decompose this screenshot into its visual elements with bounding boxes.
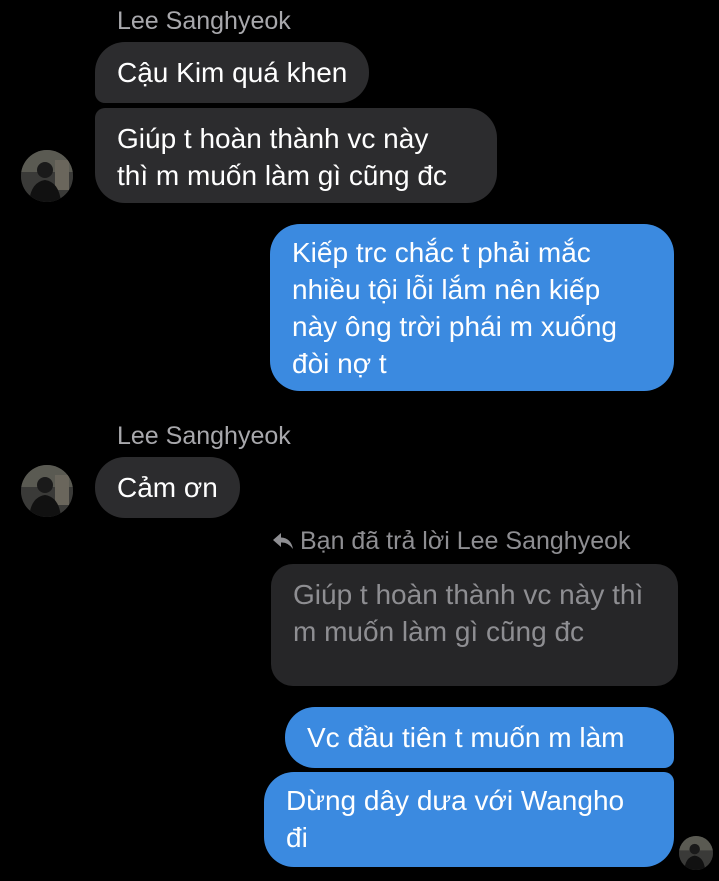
message-bubble-outgoing[interactable]: Vc đầu tiên t muốn m làm <box>285 707 674 768</box>
contact-avatar[interactable] <box>21 150 73 202</box>
reply-arrow-icon <box>273 533 293 549</box>
avatar-photo <box>679 836 713 870</box>
quoted-message[interactable]: Giúp t hoàn thành vc này thì m muốn làm … <box>271 564 678 686</box>
message-bubble-outgoing[interactable]: Kiếp trc chắc t phải mắc nhiều tội lỗi l… <box>270 224 674 391</box>
reply-label-text: Bạn đã trả lời Lee Sanghyeok <box>300 527 631 555</box>
contact-avatar[interactable] <box>21 465 73 517</box>
reply-indicator: Bạn đã trả lời Lee Sanghyeok <box>272 526 631 556</box>
message-bubble-incoming[interactable]: Giúp t hoàn thành vc này thì m muốn làm … <box>95 108 497 203</box>
sender-name: Lee Sanghyeok <box>117 7 291 35</box>
message-bubble-outgoing[interactable]: Dừng dây dưa với Wangho đi <box>264 772 674 867</box>
message-bubble-incoming[interactable]: Cậu Kim quá khen <box>95 42 370 103</box>
message-bubble-incoming[interactable]: Cảm ơn <box>95 457 240 518</box>
avatar-photo <box>21 150 73 202</box>
read-receipt-avatar <box>679 836 713 870</box>
sender-name: Lee Sanghyeok <box>117 422 291 450</box>
avatar-photo <box>21 465 73 517</box>
